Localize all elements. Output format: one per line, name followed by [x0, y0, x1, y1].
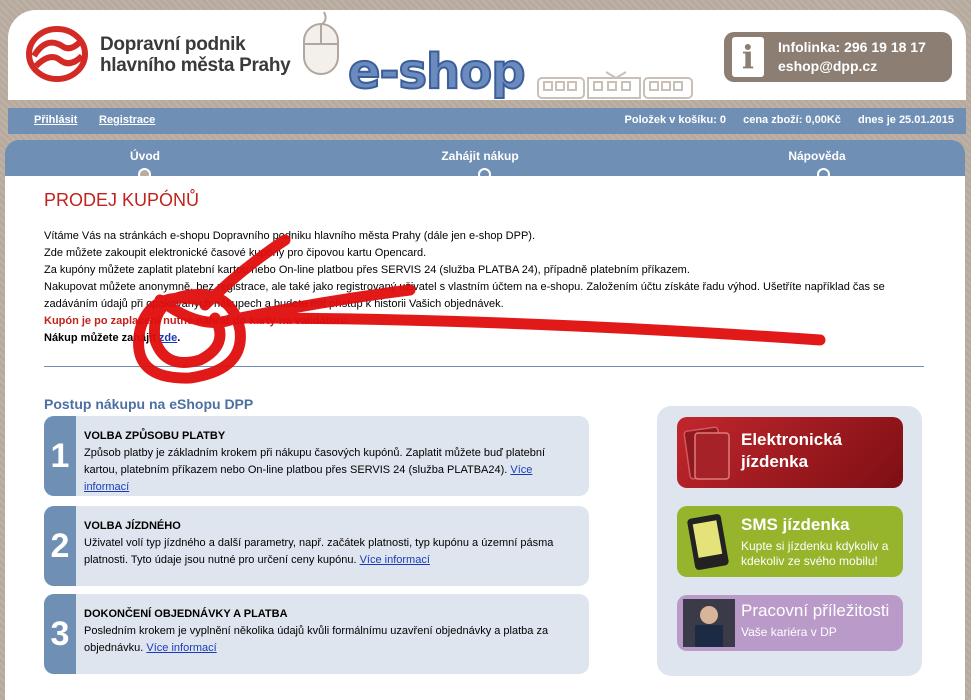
company-name[interactable]: Dopravní podnik hlavního města Prahy	[100, 34, 291, 76]
login-link[interactable]: Přihlásit	[34, 114, 77, 126]
banner-sms-text1: Kupte si jízdenku kdykoliv a	[741, 539, 889, 553]
side-banners: Elektronická jízdenka SMS jízdenka Kupte…	[657, 406, 922, 676]
more-info-link[interactable]: Více informací	[360, 554, 430, 566]
step-3: 3 DOKONČENÍ OBJEDNÁVKY A PLATBA Poslední…	[44, 594, 589, 674]
intro-p1: Vítáme Vás na stránkách e-shopu Dopravní…	[44, 230, 535, 242]
intro-p2: Zde můžete zakoupit elektronické časové …	[44, 247, 427, 259]
tab-start-purchase[interactable]: Zahájit nákup	[400, 149, 560, 163]
banner-jobs[interactable]: Pracovní příležitosti Vaše kariéra v DP	[677, 595, 903, 651]
step-2: 2 VOLBA JÍZDNÉHO Uživatel volí typ jízdn…	[44, 506, 589, 586]
intro-text: Vítáme Vás na stránkách e-shopu Dopravní…	[44, 228, 924, 347]
banner-jobs-title: Pracovní příležitosti	[741, 601, 890, 620]
intro-p6: Nákup můžete zahájit zde.	[44, 330, 924, 347]
tab-help[interactable]: Nápověda	[737, 149, 897, 163]
cart-price: cena zboží: 0,00Kč	[743, 114, 841, 126]
step-heading: VOLBA ZPŮSOBU PLATBY	[84, 430, 226, 442]
step-1: 1 VOLBA ZPŮSOBU PLATBY Způsob platby je …	[44, 416, 589, 496]
start-purchase-text: Nákup můžete zahájit	[44, 332, 159, 344]
intro-p5: Kupón je po zaplacení nutné nahrát do ka…	[44, 315, 351, 327]
main-content: PRODEJ KUPÓNŮ Vítáme Vás na stránkách e-…	[5, 176, 965, 700]
intro-p4: Nakupovat můžete anonymně, bez registrac…	[44, 281, 885, 310]
banner-jobs-text: Vaše kariéra v DP	[741, 625, 837, 639]
intro-p3: Za kupóny můžete zaplatit platební karto…	[44, 264, 690, 276]
company-name-line2: hlavního města Prahy	[100, 55, 291, 76]
start-purchase-end: .	[177, 332, 181, 344]
header: Dopravní podnik hlavního města Prahy e-s…	[8, 10, 966, 101]
step-heading: DOKONČENÍ OBJEDNÁVKY A PLATBA	[84, 608, 288, 620]
info-icon: i	[732, 37, 764, 77]
current-date: dnes je 25.01.2015	[857, 114, 954, 126]
register-link[interactable]: Registrace	[99, 114, 155, 126]
section-title: Postup nákupu na eShopu DPP	[44, 396, 254, 412]
step-text: Způsob platby je základním krokem při ná…	[84, 447, 546, 476]
step-number: 2	[44, 506, 76, 586]
driver-photo-icon	[683, 599, 735, 647]
opencard-ticket-icon	[683, 426, 730, 480]
step-heading: VOLBA JÍZDNÉHO	[84, 520, 181, 532]
banner-sms-title: SMS jízdenka	[741, 515, 850, 534]
mobile-phone-icon	[687, 514, 729, 570]
banner-sms-text2: kdekoliv ze svého mobilu!	[741, 554, 878, 568]
infoline-phone: Infolinka: 296 19 18 17	[778, 39, 926, 55]
computer-mouse-icon	[303, 11, 339, 75]
banner-electronic-ticket[interactable]: Elektronická jízdenka	[677, 417, 903, 488]
banner-sms-ticket[interactable]: SMS jízdenka Kupte si jízdenku kdykoliv …	[677, 506, 903, 577]
step-number: 1	[44, 416, 76, 496]
infoline-email[interactable]: eshop@dpp.cz	[778, 57, 926, 76]
divider	[44, 366, 924, 367]
user-bar: Přihlásit Registrace Položek v košíku: 0…	[8, 108, 966, 134]
start-purchase-link[interactable]: zde	[159, 332, 177, 344]
company-name-line1: Dopravní podnik	[100, 34, 246, 55]
banner-electronic-line1: Elektronická	[741, 430, 843, 449]
banner-electronic-line2: jízdenka	[741, 452, 809, 471]
dpp-logo-icon[interactable]	[26, 26, 88, 82]
eshop-logo[interactable]: e-shop	[347, 43, 527, 101]
infoline-box: i Infolinka: 296 19 18 17 eshop@dpp.cz	[724, 32, 952, 82]
tab-home[interactable]: Úvod	[65, 149, 225, 163]
cart-items: Položek v košíku: 0	[624, 114, 727, 126]
tram-icon	[537, 71, 693, 99]
step-text: Uživatel volí typ jízdného a další param…	[84, 537, 554, 566]
step-number: 3	[44, 594, 76, 674]
main-nav: Úvod Zahájit nákup Nápověda	[5, 140, 965, 181]
more-info-link[interactable]: Více informací	[146, 642, 216, 654]
page-title: PRODEJ KUPÓNŮ	[44, 190, 200, 210]
